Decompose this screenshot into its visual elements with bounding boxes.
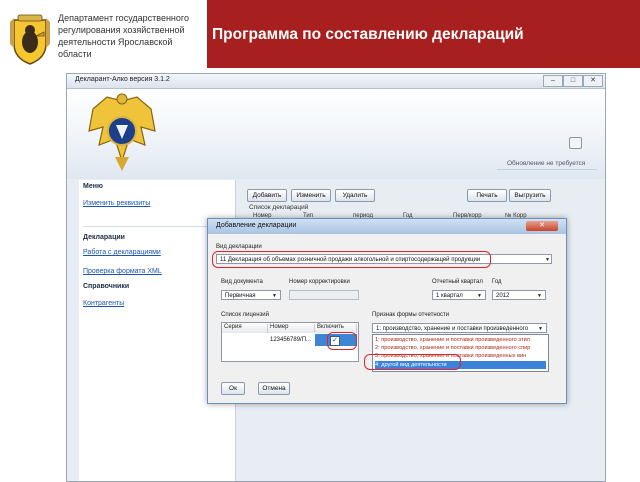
window-titlebar: Декларант-Алко версия 3.1.2 – □ ✕ <box>67 74 605 89</box>
licenses-column-series[interactable]: Серия <box>222 324 268 333</box>
quarter-label: Отчетный квартал <box>432 279 483 285</box>
form-option-highlight <box>364 354 461 370</box>
year-label: Год <box>492 279 502 285</box>
license-series-cell <box>222 334 268 346</box>
declaration-type-highlight <box>212 251 491 268</box>
edit-button[interactable]: Изменить <box>291 189 331 202</box>
dropdown-arrow-icon: ▼ <box>545 257 550 263</box>
delete-button[interactable]: Удалить <box>335 189 375 202</box>
form-sign-option[interactable]: 1: производство, хранение и поставки про… <box>375 336 546 344</box>
maximize-button[interactable]: □ <box>563 75 583 87</box>
quarter-select[interactable]: 1 квартал ▼ <box>432 290 486 300</box>
edit-details-link[interactable]: Изменить реквизиты <box>83 200 150 207</box>
export-button[interactable]: Выгрузить <box>509 189 551 202</box>
year-value: 2012 <box>496 293 510 299</box>
minimize-button[interactable]: – <box>543 75 563 87</box>
doc-type-select[interactable]: Первичная ▼ <box>221 290 281 300</box>
work-with-declarations-link[interactable]: Работа с декларациями <box>83 249 161 256</box>
dropdown-arrow-icon: ▼ <box>272 293 277 299</box>
counterparties-link[interactable]: Контрагенты <box>83 300 124 307</box>
page-title: Программа по составлению деклараций <box>212 26 524 43</box>
declaration-type-label: Вид декларации <box>216 244 262 250</box>
quarter-value: 1 квартал <box>436 293 463 299</box>
check-xml-link[interactable]: Проверка формата XML <box>83 268 162 275</box>
license-number-cell: 123456789/П... <box>270 337 312 343</box>
dialog-title: Добавление декларации <box>216 222 297 229</box>
form-sign-select[interactable]: 1: производство, хранение и поставки про… <box>372 323 547 333</box>
dropdown-arrow-icon: ▼ <box>477 293 482 299</box>
coat-of-arms-emblem <box>10 14 50 65</box>
declarations-list-caption: Список деклараций <box>249 204 309 211</box>
department-line: регулирования хозяйственной <box>58 25 185 35</box>
banner-divider <box>497 169 597 170</box>
add-button[interactable]: Добавить <box>247 189 287 202</box>
department-line: Департамент государственного <box>58 13 189 23</box>
licenses-label: Список лицензий <box>221 312 269 318</box>
info-icon[interactable] <box>569 137 582 149</box>
correction-number-label: Номер корректировки <box>289 279 350 285</box>
close-window-button[interactable]: ✕ <box>583 75 603 87</box>
department-name: Департамент государственного регулирован… <box>58 12 208 60</box>
double-headed-eagle-emblem <box>88 93 156 171</box>
print-button[interactable]: Печать <box>467 189 507 202</box>
add-declaration-dialog: Добавление декларации ✕ Вид декларации 1… <box>207 218 567 404</box>
form-sign-label: Признак формы отчетности <box>372 312 450 318</box>
references-header: Справочники <box>83 283 130 290</box>
ok-button[interactable]: Ок <box>221 382 245 395</box>
licenses-column-number[interactable]: Номер <box>268 324 315 333</box>
department-line: деятельности Ярославской области <box>58 37 173 59</box>
include-checkbox-highlight <box>327 332 357 350</box>
year-select[interactable]: 2012 ▼ <box>492 290 546 300</box>
dropdown-arrow-icon: ▼ <box>537 293 542 299</box>
update-status: Обновление не требуется <box>507 160 586 167</box>
declarations-header: Декларации <box>83 234 125 241</box>
correction-number-field[interactable] <box>289 290 359 300</box>
menu-header: Меню <box>83 183 103 190</box>
doc-type-value: Первичная <box>225 293 256 299</box>
window-title: Декларант-Алко версия 3.1.2 <box>75 76 170 83</box>
close-icon[interactable]: ✕ <box>526 221 558 231</box>
dialog-titlebar: Добавление декларации ✕ <box>208 219 566 234</box>
doc-type-label: Вид документа <box>221 279 263 285</box>
dropdown-arrow-icon: ▼ <box>538 326 543 332</box>
form-sign-option[interactable]: 2: производство, хранение и поставки про… <box>375 344 546 352</box>
cancel-button[interactable]: Отмена <box>258 382 290 395</box>
app-banner: Обновление не требуется <box>67 89 605 179</box>
form-sign-selected-value: 1: производство, хранение и поставки про… <box>376 326 529 332</box>
